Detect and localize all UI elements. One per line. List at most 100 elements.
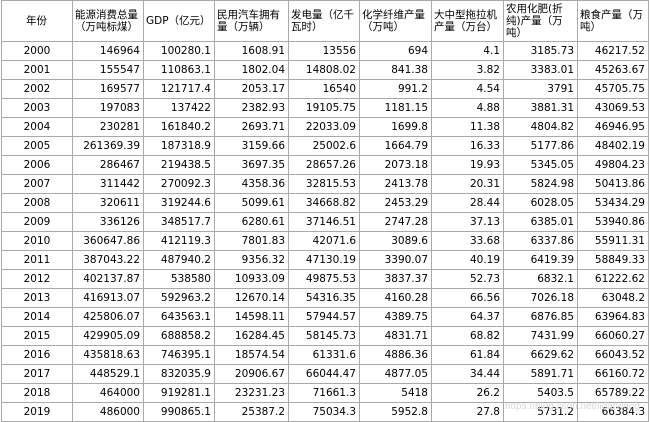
value-cell: 26.2 bbox=[431, 383, 504, 403]
value-cell: 2453.29 bbox=[359, 193, 432, 213]
year-cell: 2003 bbox=[1, 98, 73, 118]
value-cell: 47130.19 bbox=[288, 250, 360, 270]
value-cell: 3089.6 bbox=[359, 231, 432, 251]
value-cell: 1664.79 bbox=[359, 136, 432, 156]
value-cell: 75034.3 bbox=[288, 402, 360, 422]
value-cell: 63048.2 bbox=[577, 288, 649, 308]
year-cell: 2019 bbox=[1, 402, 73, 422]
value-cell: 2382.93 bbox=[214, 98, 289, 118]
value-cell: 3390.07 bbox=[359, 250, 432, 270]
value-cell: 6419.39 bbox=[503, 250, 578, 270]
year-cell: 2012 bbox=[1, 269, 73, 289]
value-cell: 4358.36 bbox=[214, 174, 289, 194]
value-cell: 33.68 bbox=[431, 231, 504, 251]
value-cell: 643563.1 bbox=[143, 307, 215, 327]
value-cell: 832035.9 bbox=[143, 364, 215, 384]
value-cell: 6028.05 bbox=[503, 193, 578, 213]
value-cell: 121717.4 bbox=[143, 79, 215, 99]
year-cell: 2011 bbox=[1, 250, 73, 270]
value-cell: 71661.3 bbox=[288, 383, 360, 403]
value-cell: 55911.31 bbox=[577, 231, 649, 251]
value-cell: 66.56 bbox=[431, 288, 504, 308]
value-cell: 5824.98 bbox=[503, 174, 578, 194]
header-cell: GDP（亿元） bbox=[143, 0, 215, 42]
header-cell: 化学纤维产量（万吨） bbox=[359, 0, 432, 42]
value-cell: 360647.86 bbox=[72, 231, 144, 251]
value-cell: 23231.23 bbox=[214, 383, 289, 403]
year-cell: 2009 bbox=[1, 212, 73, 232]
value-cell: 197083 bbox=[72, 98, 144, 118]
value-cell: 14808.02 bbox=[288, 60, 360, 80]
value-cell: 5099.61 bbox=[214, 193, 289, 213]
watermark: https://blog.csdn.net/lidarwang bbox=[504, 401, 640, 412]
value-cell: 66160.72 bbox=[577, 364, 649, 384]
table-row: 2001 155547 110863.1 1802.04 14808.02 841.38 3… bbox=[1, 60, 649, 80]
table-row: 2002 169577 121717.4 2053.17 16540 991.2 4.54 3… bbox=[1, 79, 649, 99]
year-cell: 2018 bbox=[1, 383, 73, 403]
value-cell: 336126 bbox=[72, 212, 144, 232]
value-cell: 4160.28 bbox=[359, 288, 432, 308]
table-row: 2009 336126 348517.7 6280.61 37146.51 2747.28… bbox=[1, 212, 649, 232]
value-cell: 50413.86 bbox=[577, 174, 649, 194]
value-cell: 3159.66 bbox=[214, 136, 289, 156]
value-cell: 425806.07 bbox=[72, 307, 144, 327]
value-cell: 52.73 bbox=[431, 269, 504, 289]
header-cell: 粮食产量（万吨） bbox=[577, 0, 649, 42]
data-table: 年份 能源消费总量（万吨标煤） GDP（亿元） 民用汽车拥有量（万辆） 发电量（… bbox=[1, 0, 649, 422]
value-cell: 46946.95 bbox=[577, 117, 649, 137]
header-cell: 大中型拖拉机产量（万台） bbox=[431, 0, 504, 42]
table-row: 2011 387043.22 487940.2 9356.32 47130.19 3390… bbox=[1, 250, 649, 270]
value-cell: 990865.1 bbox=[143, 402, 215, 422]
value-cell: 16540 bbox=[288, 79, 360, 99]
value-cell: 6280.61 bbox=[214, 212, 289, 232]
header-cell: 发电量（亿千瓦时） bbox=[288, 0, 360, 42]
value-cell: 2413.78 bbox=[359, 174, 432, 194]
value-cell: 416913.07 bbox=[72, 288, 144, 308]
table-row: 2017 448529.1 832035.9 20906.67 66044.47 4877… bbox=[1, 364, 649, 384]
value-cell: 487940.2 bbox=[143, 250, 215, 270]
value-cell: 6832.1 bbox=[503, 269, 578, 289]
value-cell: 2747.28 bbox=[359, 212, 432, 232]
year-cell: 2016 bbox=[1, 345, 73, 365]
value-cell: 61331.6 bbox=[288, 345, 360, 365]
value-cell: 20906.67 bbox=[214, 364, 289, 384]
year-cell: 2001 bbox=[1, 60, 73, 80]
value-cell: 27.8 bbox=[431, 402, 504, 422]
value-cell: 311442 bbox=[72, 174, 144, 194]
year-cell: 2015 bbox=[1, 326, 73, 346]
value-cell: 18574.54 bbox=[214, 345, 289, 365]
value-cell: 402137.87 bbox=[72, 269, 144, 289]
header-cell: 年份 bbox=[1, 0, 73, 42]
value-cell: 3837.37 bbox=[359, 269, 432, 289]
value-cell: 1699.8 bbox=[359, 117, 432, 137]
value-cell: 37146.51 bbox=[288, 212, 360, 232]
value-cell: 5952.8 bbox=[359, 402, 432, 422]
value-cell: 1608.91 bbox=[214, 41, 289, 61]
value-cell: 14598.11 bbox=[214, 307, 289, 327]
value-cell: 3.82 bbox=[431, 60, 504, 80]
value-cell: 694 bbox=[359, 41, 432, 61]
table-row: 2015 429905.09 688858.2 16284.45 58145.73 483… bbox=[1, 326, 649, 346]
year-cell: 2002 bbox=[1, 79, 73, 99]
value-cell: 261369.39 bbox=[72, 136, 144, 156]
table-row: 2008 320611 319244.6 5099.61 34668.82 2453.29… bbox=[1, 193, 649, 213]
value-cell: 3383.01 bbox=[503, 60, 578, 80]
value-cell: 6876.85 bbox=[503, 307, 578, 327]
value-cell: 161840.2 bbox=[143, 117, 215, 137]
value-cell: 34668.82 bbox=[288, 193, 360, 213]
value-cell: 57944.57 bbox=[288, 307, 360, 327]
value-cell: 53434.29 bbox=[577, 193, 649, 213]
value-cell: 270092.3 bbox=[143, 174, 215, 194]
year-cell: 2008 bbox=[1, 193, 73, 213]
value-cell: 155547 bbox=[72, 60, 144, 80]
value-cell: 45705.75 bbox=[577, 79, 649, 99]
value-cell: 991.2 bbox=[359, 79, 432, 99]
value-cell: 6385.01 bbox=[503, 212, 578, 232]
value-cell: 3185.73 bbox=[503, 41, 578, 61]
table-row: 2012 402137.87 538580 10933.09 49875.53 3837.… bbox=[1, 269, 649, 289]
value-cell: 538580 bbox=[143, 269, 215, 289]
value-cell: 53940.86 bbox=[577, 212, 649, 232]
value-cell: 49804.23 bbox=[577, 155, 649, 175]
value-cell: 25002.6 bbox=[288, 136, 360, 156]
value-cell: 19.93 bbox=[431, 155, 504, 175]
